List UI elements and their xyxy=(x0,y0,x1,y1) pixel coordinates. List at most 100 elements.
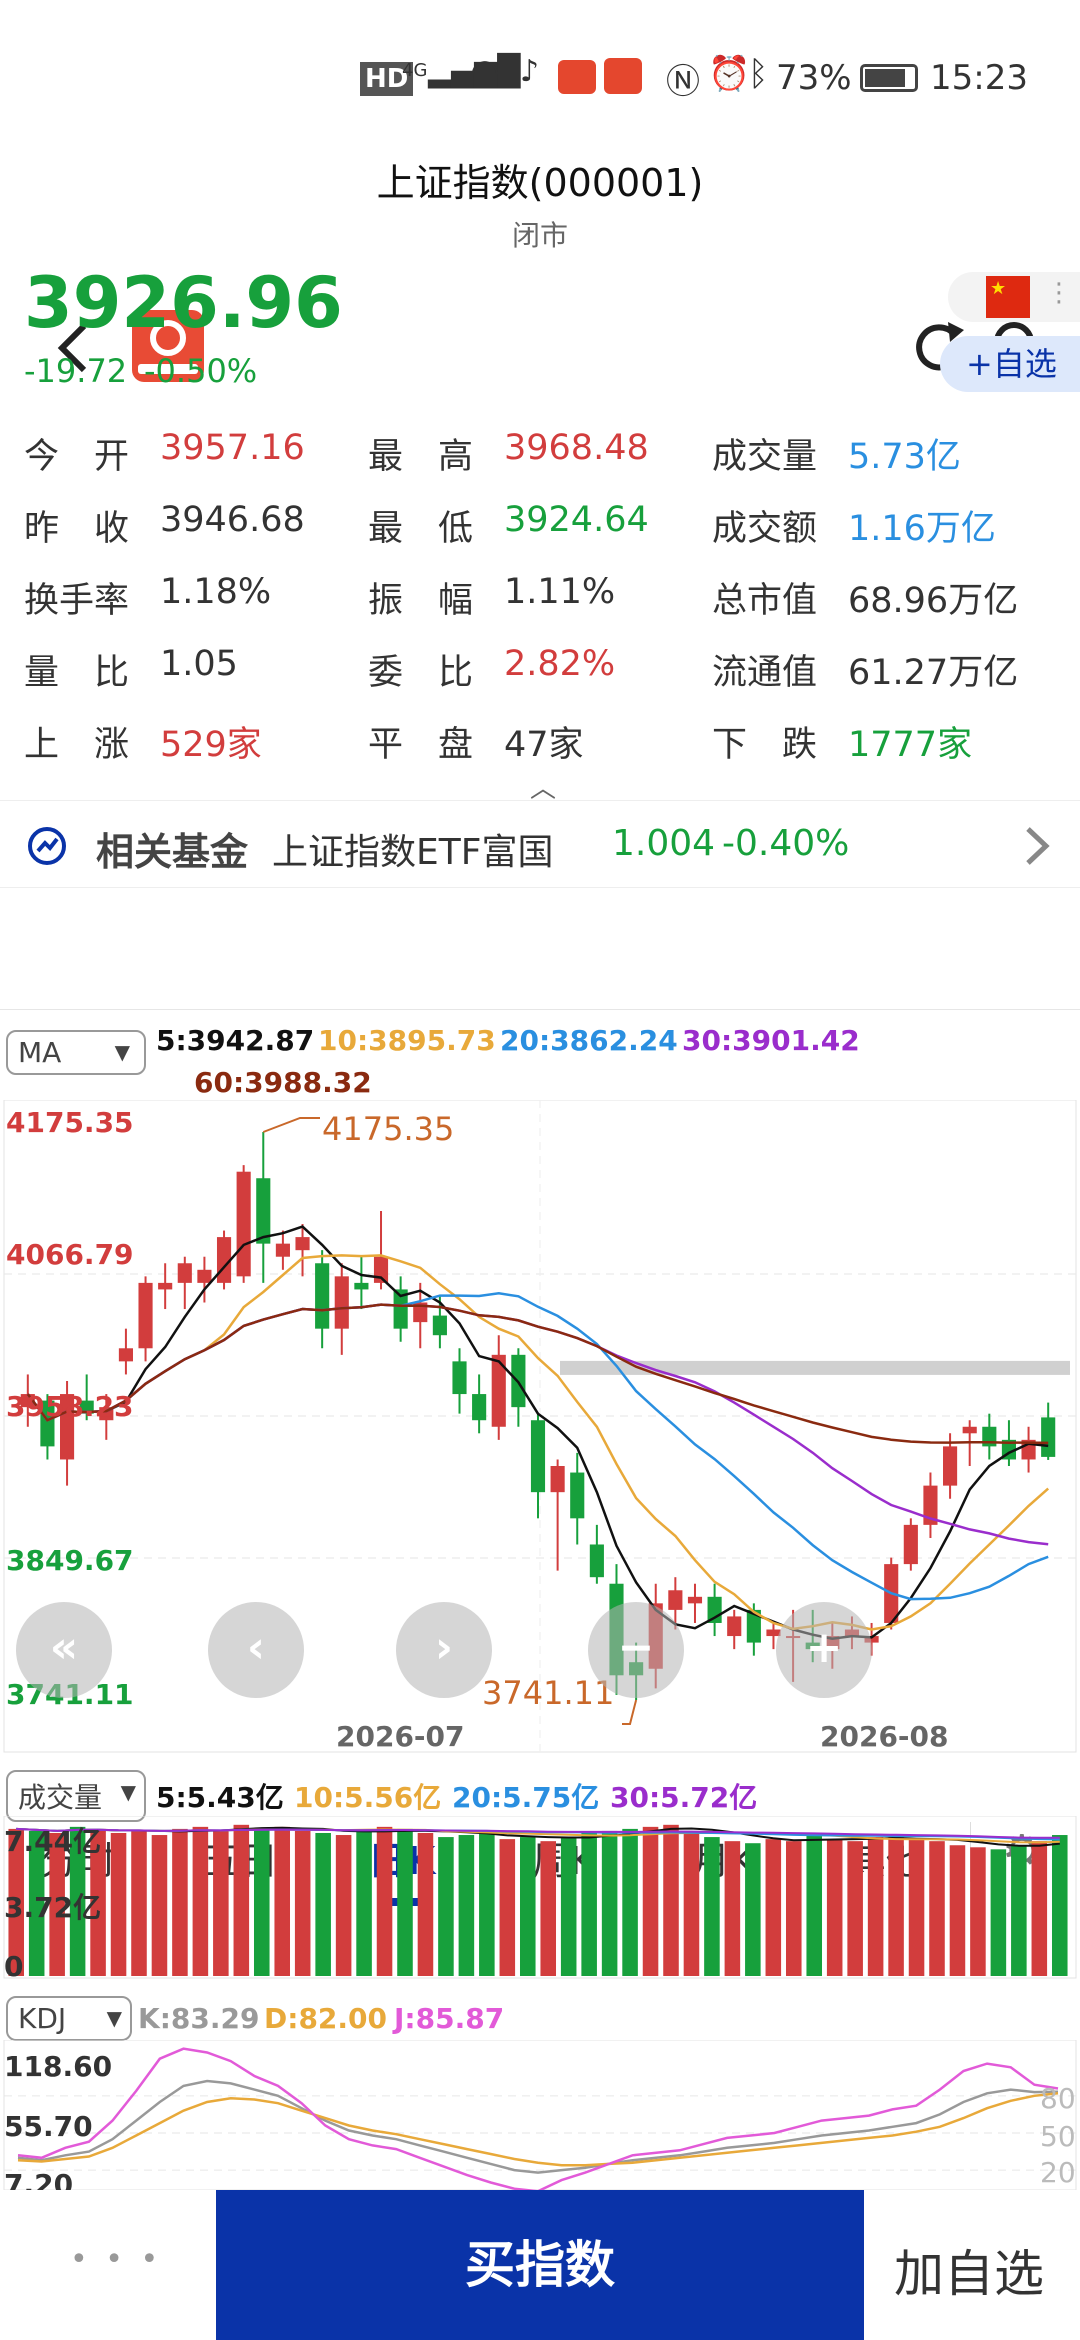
volume-bar xyxy=(356,1830,372,1976)
volume-bar xyxy=(274,1826,291,1976)
volume-bar xyxy=(745,1843,761,1976)
kdj-j-line xyxy=(17,2047,1059,2190)
stat-value: 1.05 xyxy=(160,644,238,684)
volume-bar xyxy=(397,1828,413,1976)
ma5-label: 5:3942.87 xyxy=(156,1024,315,1057)
candle xyxy=(472,1394,487,1421)
stat-value: 68.96万亿 xyxy=(848,581,1019,621)
app-notify-icon xyxy=(558,60,596,94)
kdj-y-label: 118.60 xyxy=(4,2050,113,2083)
kdj-selector[interactable]: KDJ ▼ xyxy=(6,1996,132,2041)
candle xyxy=(197,1269,212,1283)
period-tabs: 分时 五日 日K 周K 月K 其他 ⚙ xyxy=(0,900,1080,1906)
stat-label: 最 高 xyxy=(368,437,474,477)
app-notify-icon-2 xyxy=(604,58,642,94)
notification-icon: ♪ xyxy=(520,54,540,89)
volume-bar xyxy=(867,1837,884,1976)
zoom-out-button[interactable]: − xyxy=(588,1602,684,1698)
kdj-d-line xyxy=(17,2092,1059,2167)
price-change-pct: -0.50% xyxy=(144,352,258,390)
clock: 15:23 xyxy=(930,58,1028,98)
candlestick-chart[interactable] xyxy=(0,1100,1080,1760)
candle xyxy=(138,1282,153,1349)
chevron-right-icon xyxy=(1026,827,1050,865)
related-fund-bar[interactable]: 相关基金 上证指数ETF富国 1.004 -0.40% xyxy=(0,800,1080,888)
battery-percent: 73% xyxy=(776,58,852,98)
battery-icon xyxy=(860,64,918,92)
volume-bar xyxy=(438,1837,454,1976)
ma10-label: 10:3895.73 xyxy=(318,1024,496,1057)
network-type: 4G xyxy=(402,60,428,81)
volume-bar xyxy=(131,1830,147,1976)
volume-bar xyxy=(724,1841,741,1976)
kdj-d-label: D:82.00 xyxy=(264,2002,388,2035)
candle xyxy=(275,1243,290,1257)
volume-bar xyxy=(908,1839,925,1976)
stat-value: 1.18% xyxy=(160,572,272,612)
buy-index-button[interactable]: 买指数 xyxy=(216,2190,864,2340)
high-leader xyxy=(262,1117,320,1133)
vol-y-label: 3.72亿 xyxy=(4,1891,102,1924)
candle xyxy=(236,1171,251,1277)
stat-label: 平 盘 xyxy=(368,725,474,765)
ma30-label: 30:3901.42 xyxy=(682,1024,860,1057)
stat-value: 1.11% xyxy=(504,572,616,612)
fund-label: 相关基金 xyxy=(96,830,249,874)
kdj-k-line xyxy=(17,2079,1059,2174)
stat-label: 成交量 xyxy=(712,437,818,477)
volume-bar xyxy=(970,1847,986,1976)
candle xyxy=(727,1616,742,1637)
volume-bar xyxy=(519,1837,536,1976)
zoom-in-button[interactable]: + xyxy=(776,1602,872,1698)
candle xyxy=(943,1446,958,1486)
candle xyxy=(177,1263,192,1283)
candle xyxy=(354,1282,369,1290)
y-axis-label: 3958.23 xyxy=(6,1390,134,1423)
ma20-label: 20:3862.24 xyxy=(500,1024,678,1057)
volume-bar xyxy=(622,1828,638,1976)
volume-bar xyxy=(540,1841,557,1976)
ma60-label: 60:3988.32 xyxy=(194,1066,372,1099)
kdj-chart[interactable] xyxy=(0,2040,1080,2190)
fund-price: 1.004 xyxy=(612,823,716,864)
stat-value: 47家 xyxy=(504,725,584,765)
alarm-icon: ⏰ xyxy=(708,54,751,94)
volume-bar xyxy=(581,1832,597,1976)
kdj-y-label: 55.70 xyxy=(4,2110,93,2143)
stat-label: 最 低 xyxy=(368,509,474,549)
vol-y-label: 7.44亿 xyxy=(4,1825,102,1858)
high-marker: 4175.35 xyxy=(322,1110,455,1148)
stat-label: 总市值 xyxy=(712,581,818,621)
volume-chart[interactable] xyxy=(0,1816,1080,1986)
candle xyxy=(295,1237,310,1251)
more-icon: ⋮ xyxy=(1046,278,1072,308)
volume-bar xyxy=(785,1841,802,1976)
scroll-right-button[interactable]: › xyxy=(396,1602,492,1698)
scroll-first-button[interactable]: « xyxy=(16,1602,112,1698)
stat-label: 委 比 xyxy=(368,653,474,693)
volume-bar xyxy=(560,1837,577,1976)
indicator-selector[interactable]: MA ▼ xyxy=(6,1030,146,1075)
add-watchlist-button[interactable]: +自选 xyxy=(940,336,1080,392)
price-change: -19.72 xyxy=(24,352,128,390)
market-status: 闭市 xyxy=(511,219,568,252)
region-chip[interactable]: ★ ⋮ xyxy=(948,272,1080,322)
volume-selector[interactable]: 成交量 ▼ xyxy=(6,1770,146,1822)
more-button[interactable]: • • • xyxy=(70,2242,162,2277)
stat-value: 3924.64 xyxy=(504,500,649,540)
add-watchlist-bottom-button[interactable]: 加自选 xyxy=(894,2234,1044,2306)
stat-value: 3957.16 xyxy=(160,428,305,468)
vol20-label: 20:5.75亿 xyxy=(452,1781,600,1814)
low-marker: 3741.11 xyxy=(482,1674,615,1712)
volume-bar xyxy=(704,1837,720,1976)
candle xyxy=(334,1276,349,1329)
scroll-left-button[interactable]: ‹ xyxy=(208,1602,304,1698)
china-flag-icon: ★ xyxy=(986,276,1030,318)
vol5-label: 5:5.43亿 xyxy=(156,1781,284,1814)
stat-label: 下 跌 xyxy=(712,725,818,765)
stat-label: 流通值 xyxy=(712,653,818,693)
stat-value: 3968.48 xyxy=(504,428,649,468)
volume-bar xyxy=(601,1830,618,1976)
status-bar: HD 4G ▂▄▆█ ◠ ♪ Ⓝ ⏰ ᛒ 73% 15:23 xyxy=(0,0,1080,150)
kdj-k-label: K:83.29 xyxy=(138,2002,260,2035)
